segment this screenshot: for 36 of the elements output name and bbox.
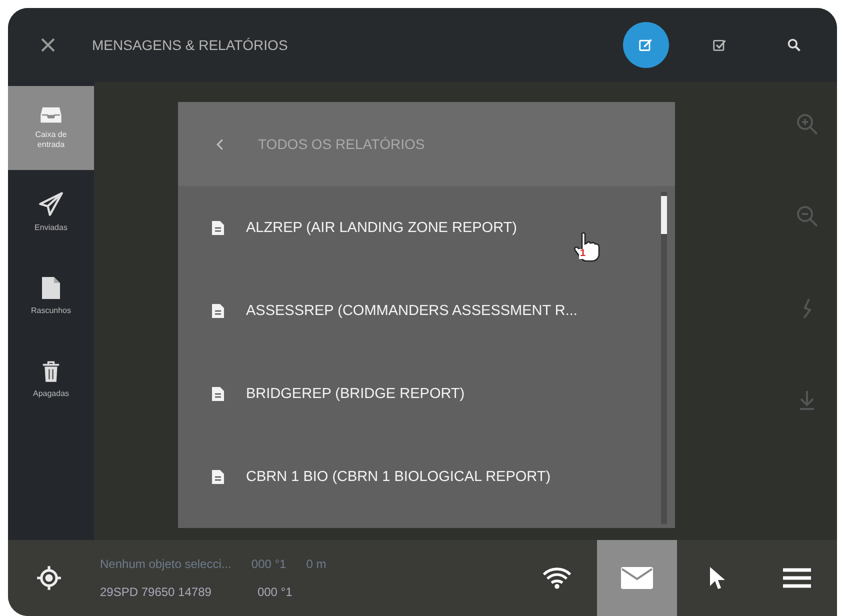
search-icon	[787, 38, 801, 52]
close-icon[interactable]	[40, 37, 56, 53]
window-title: MENSAGENS & RELATÓRIOS	[92, 37, 288, 53]
checkbox-icon	[713, 38, 727, 52]
azimuth-reading: 000 °1	[257, 585, 292, 599]
sidebar-item[interactable]: Rascunhos	[8, 254, 94, 338]
sidebar-item[interactable]: Caixa de entrada	[8, 86, 94, 170]
paper-plane-icon	[38, 191, 64, 218]
document-icon	[212, 220, 224, 234]
compose-button[interactable]	[623, 22, 669, 68]
panel-title: TODOS OS RELATÓRIOS	[258, 136, 425, 152]
step-number: 1	[579, 249, 587, 259]
pointer-icon	[709, 566, 725, 590]
wifi-icon	[542, 566, 572, 590]
report-item[interactable]: ASSESSREP (COMMANDERS ASSESSMENT R...	[246, 302, 578, 318]
back-icon[interactable]	[216, 138, 224, 150]
document-icon	[212, 386, 224, 400]
sidebar-item[interactable]: Enviadas	[8, 170, 94, 254]
bearing-reading: 000 °1	[251, 557, 286, 571]
compose-icon	[639, 38, 653, 52]
menu-icon	[783, 567, 811, 589]
trash-icon	[42, 361, 60, 384]
document-icon	[212, 470, 224, 484]
distance-reading: 0 m	[306, 557, 326, 571]
report-item[interactable]: CBRN 1 BIO (CBRN 1 BIOLOGICAL REPORT)	[246, 468, 551, 484]
document-icon	[212, 304, 224, 318]
document-icon	[41, 276, 61, 300]
envelope-icon	[621, 567, 653, 589]
report-item[interactable]: ALZREP (AIR LANDING ZONE REPORT)	[246, 220, 517, 236]
inbox-icon	[40, 106, 62, 124]
grid-coordinates: 29SPD 79650 14789	[100, 585, 212, 599]
sidebar-item[interactable]: Apagadas	[8, 338, 94, 422]
locate-icon[interactable]	[36, 565, 62, 591]
scrollbar[interactable]	[661, 192, 667, 524]
selection-status: Nenhum objeto selecci...	[100, 557, 232, 571]
report-item[interactable]: BRIDGEREP (BRIDGE REPORT)	[246, 386, 465, 402]
